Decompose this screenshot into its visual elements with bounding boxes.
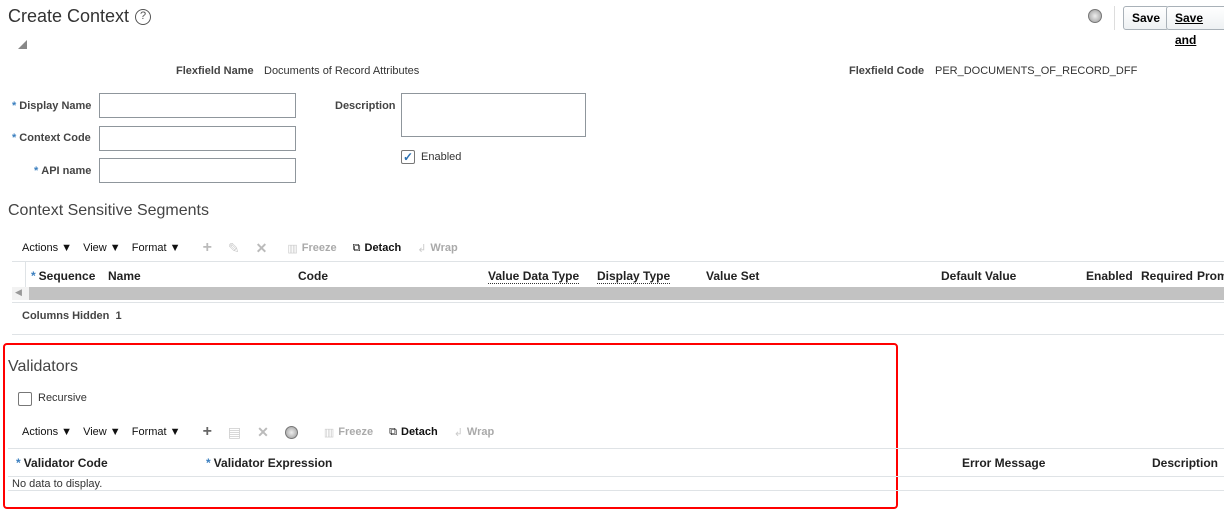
flexfield-name-value: Documents of Record Attributes xyxy=(264,65,420,77)
col-validator-expression[interactable]: * Validator Expression xyxy=(206,456,332,470)
flexfield-code-label: Flexfield Code xyxy=(849,65,925,77)
context-code-label: * Context Code xyxy=(12,132,91,144)
detach-button[interactable]: Detach xyxy=(401,426,438,438)
col-display-type[interactable]: Display Type xyxy=(597,269,671,284)
segments-toolbar: Actions ▼ View ▼ Format ▼ + ✎ ✕ ▥ Freeze … xyxy=(22,239,458,257)
collapse-icon[interactable] xyxy=(18,40,27,49)
flexfield-code-value: PER_DOCUMENTS_OF_RECORD_DFF xyxy=(935,65,1138,77)
page-title: Create Context xyxy=(8,6,130,26)
wrap-icon: ↲ xyxy=(417,242,427,255)
edit-icon[interactable]: ✎ xyxy=(228,240,240,257)
description-textarea[interactable] xyxy=(401,93,586,137)
freeze-button[interactable]: Freeze xyxy=(338,426,373,438)
col-sequence[interactable]: * Sequence xyxy=(31,269,95,283)
col-validator-code[interactable]: * Validator Code xyxy=(16,456,108,470)
col-code[interactable]: Code xyxy=(298,269,328,283)
delete-icon[interactable]: ✕ xyxy=(257,424,269,441)
wrap-icon: ↲ xyxy=(453,426,463,439)
view-menu[interactable]: View ▼ xyxy=(83,242,121,254)
api-name-label: * API name xyxy=(34,165,92,177)
enabled-label: Enabled xyxy=(421,151,462,163)
display-name-label: * Display Name xyxy=(12,100,92,112)
freeze-icon: ▥ xyxy=(287,242,298,255)
flexfield-name-label: Flexfield Name xyxy=(176,65,254,77)
col-description[interactable]: Description xyxy=(1152,456,1218,470)
validators-heading: Validators xyxy=(8,358,78,375)
duplicate-icon[interactable]: ▤ xyxy=(228,424,241,441)
save-button[interactable]: Save xyxy=(1123,6,1170,30)
divider xyxy=(1114,6,1115,30)
detach-icon: ⧉ xyxy=(389,425,397,438)
col-error-message[interactable]: Error Message xyxy=(962,456,1045,470)
columns-hidden: Columns Hidden 1 xyxy=(22,310,122,322)
wrap-button[interactable]: Wrap xyxy=(467,426,494,438)
col-enabled[interactable]: Enabled xyxy=(1086,269,1133,283)
recursive-label: Recursive xyxy=(38,392,87,404)
recursive-checkbox[interactable] xyxy=(18,392,32,406)
view-menu[interactable]: View ▼ xyxy=(83,426,121,438)
format-menu[interactable]: Format ▼ xyxy=(132,242,181,254)
delete-icon[interactable]: ✕ xyxy=(256,240,268,257)
api-name-input[interactable] xyxy=(99,158,296,183)
col-value-data-type[interactable]: Value Data Type xyxy=(488,269,580,284)
add-icon[interactable]: + xyxy=(203,423,212,441)
detach-icon: ⧉ xyxy=(352,241,361,254)
col-prom[interactable]: Prom xyxy=(1197,269,1224,283)
format-menu[interactable]: Format ▼ xyxy=(132,426,181,438)
enabled-checkbox[interactable]: ✓ xyxy=(401,150,415,164)
add-icon[interactable]: + xyxy=(203,239,212,257)
context-code-input[interactable] xyxy=(99,126,296,151)
col-name[interactable]: Name xyxy=(108,269,141,283)
freeze-button[interactable]: Freeze xyxy=(302,242,337,254)
col-required[interactable]: Required xyxy=(1141,269,1193,283)
validators-toolbar: Actions ▼ View ▼ Format ▼ + ▤ ✕ ▥ Freeze … xyxy=(22,423,494,441)
globe-icon[interactable] xyxy=(1088,9,1102,23)
actions-menu[interactable]: Actions ▼ xyxy=(22,426,72,438)
detach-button[interactable]: Detach xyxy=(365,242,402,254)
actions-menu[interactable]: Actions ▼ xyxy=(22,242,72,254)
col-value-set[interactable]: Value Set xyxy=(706,269,759,283)
display-name-input[interactable] xyxy=(99,93,296,118)
empty-message: No data to display. xyxy=(12,478,103,490)
globe-icon[interactable] xyxy=(284,425,298,439)
wrap-button[interactable]: Wrap xyxy=(430,242,457,254)
col-default-value[interactable]: Default Value xyxy=(941,269,1016,283)
description-label: Description xyxy=(335,100,396,112)
save-and-button[interactable]: Save and xyxy=(1166,6,1224,47)
help-icon[interactable]: ? xyxy=(135,9,151,25)
freeze-icon: ▥ xyxy=(323,426,335,439)
segments-heading: Context Sensitive Segments xyxy=(8,202,209,219)
horizontal-scrollbar[interactable]: ◀ xyxy=(12,287,1224,300)
